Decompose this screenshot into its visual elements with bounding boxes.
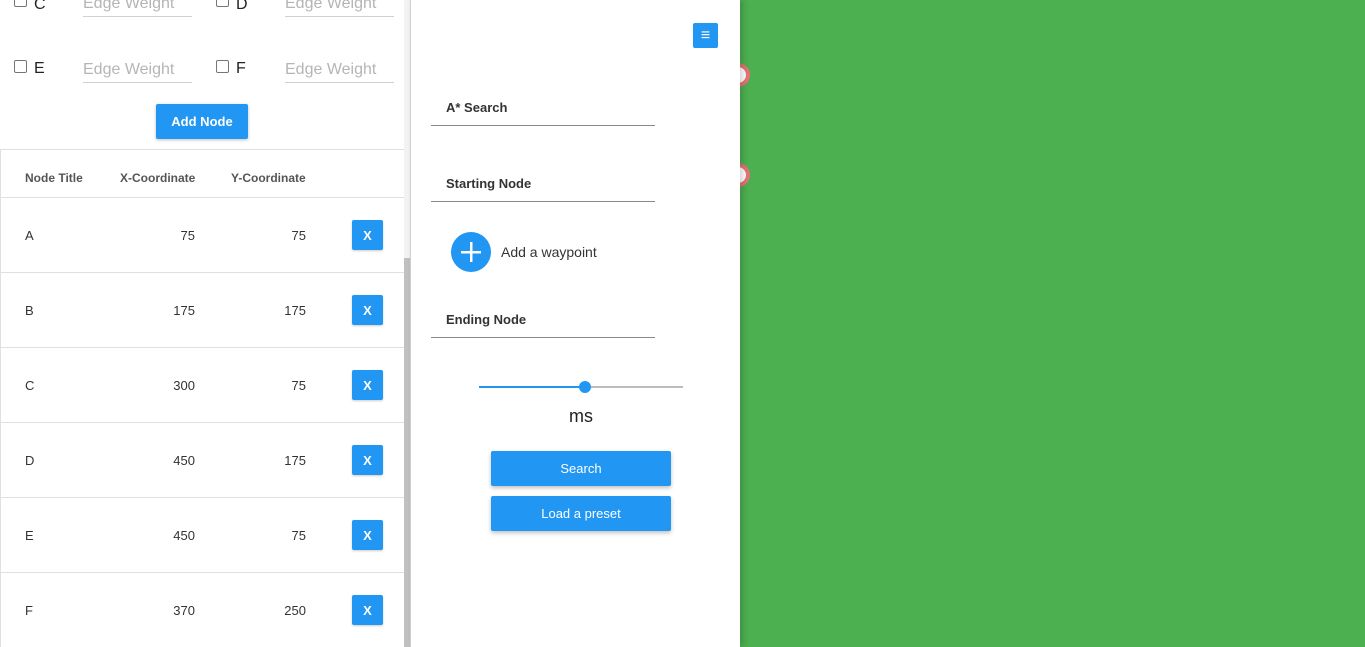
algorithm-value: A* Search	[446, 100, 508, 115]
edge-weight-input-c[interactable]	[83, 0, 192, 17]
cell-y: 175	[284, 453, 306, 468]
delete-node-button[interactable]: X	[352, 220, 383, 250]
edge-weight-input-e[interactable]	[83, 57, 192, 83]
speed-slider-fill	[479, 386, 586, 388]
cell-node-title: A	[25, 228, 34, 243]
cell-node-title: F	[25, 603, 33, 618]
edge-checkbox-f[interactable]	[216, 60, 229, 73]
table-row: C 300 75 X	[1, 348, 404, 423]
table-row: D 450 175 X	[1, 423, 404, 498]
starting-node-label: Starting Node	[446, 176, 532, 191]
delete-node-button[interactable]: X	[352, 595, 383, 625]
edge-checkbox-d[interactable]	[216, 0, 229, 7]
edge-weight-input-f[interactable]	[285, 57, 394, 83]
cell-x: 450	[173, 528, 195, 543]
edge-label-f: F	[236, 60, 246, 77]
header-x-coordinate: X-Coordinate	[120, 171, 196, 185]
edge-checkbox-e[interactable]	[14, 60, 27, 73]
add-node-button[interactable]: Add Node	[156, 104, 248, 139]
edge-weight-input-d[interactable]	[285, 0, 394, 17]
edge-label-d: D	[236, 0, 248, 13]
table-row: F 370 250 X	[1, 573, 404, 647]
table-header: Node Title X-Coordinate Y-Coordinate	[1, 150, 404, 198]
cell-x: 175	[173, 303, 195, 318]
cell-x: 75	[180, 228, 195, 243]
ending-node-label: Ending Node	[446, 312, 527, 327]
cell-y: 175	[284, 303, 306, 318]
delete-node-button[interactable]: X	[352, 295, 383, 325]
table-row: A 75 75 X	[1, 198, 404, 273]
load-preset-button[interactable]: Load a preset	[491, 496, 671, 531]
delete-node-button[interactable]: X	[352, 520, 383, 550]
add-waypoint-button[interactable]	[451, 232, 491, 272]
ending-node-select[interactable]: Ending Node	[431, 312, 655, 338]
cell-node-title: E	[25, 528, 34, 543]
table-row: E 450 75 X	[1, 498, 404, 573]
plus-icon	[461, 242, 481, 262]
speed-slider-thumb[interactable]	[579, 381, 592, 393]
cell-x: 370	[173, 603, 195, 618]
speed-slider[interactable]	[479, 381, 683, 393]
cell-node-title: C	[25, 378, 35, 393]
header-node-title: Node Title	[25, 171, 83, 185]
search-controls-panel: ≡ A* Search Starting Node Add a waypoint…	[410, 0, 740, 647]
add-waypoint-label: Add a waypoint	[501, 244, 597, 260]
node-table: Node Title X-Coordinate Y-Coordinate A 7…	[0, 149, 404, 647]
edge-checkbox-c[interactable]	[14, 0, 27, 7]
delete-node-button[interactable]: X	[352, 370, 383, 400]
starting-node-select[interactable]: Starting Node	[431, 176, 655, 202]
cell-y: 75	[291, 228, 306, 243]
cell-node-title: B	[25, 303, 34, 318]
graph-canvas[interactable]	[726, 0, 1365, 647]
header-y-coordinate: Y-Coordinate	[231, 171, 306, 185]
cell-node-title: D	[25, 453, 35, 468]
algorithm-select[interactable]: A* Search	[431, 100, 655, 126]
cell-y: 250	[284, 603, 306, 618]
table-row: B 175 175 X	[1, 273, 404, 348]
edge-label-e: E	[34, 60, 45, 77]
hamburger-menu-icon[interactable]: ≡	[693, 23, 718, 48]
cell-x: 450	[173, 453, 195, 468]
delete-node-button[interactable]: X	[352, 445, 383, 475]
cell-x: 300	[173, 378, 195, 393]
speed-unit-label: ms	[569, 406, 593, 426]
search-button[interactable]: Search	[491, 451, 671, 486]
edge-row: E F	[0, 52, 404, 92]
cell-y: 75	[291, 528, 306, 543]
left-panel: C D E F Add Node Node Title X-Coordinate…	[0, 0, 410, 647]
edge-row: C D	[0, 0, 404, 26]
cell-y: 75	[291, 378, 306, 393]
edge-label-c: C	[34, 0, 46, 13]
